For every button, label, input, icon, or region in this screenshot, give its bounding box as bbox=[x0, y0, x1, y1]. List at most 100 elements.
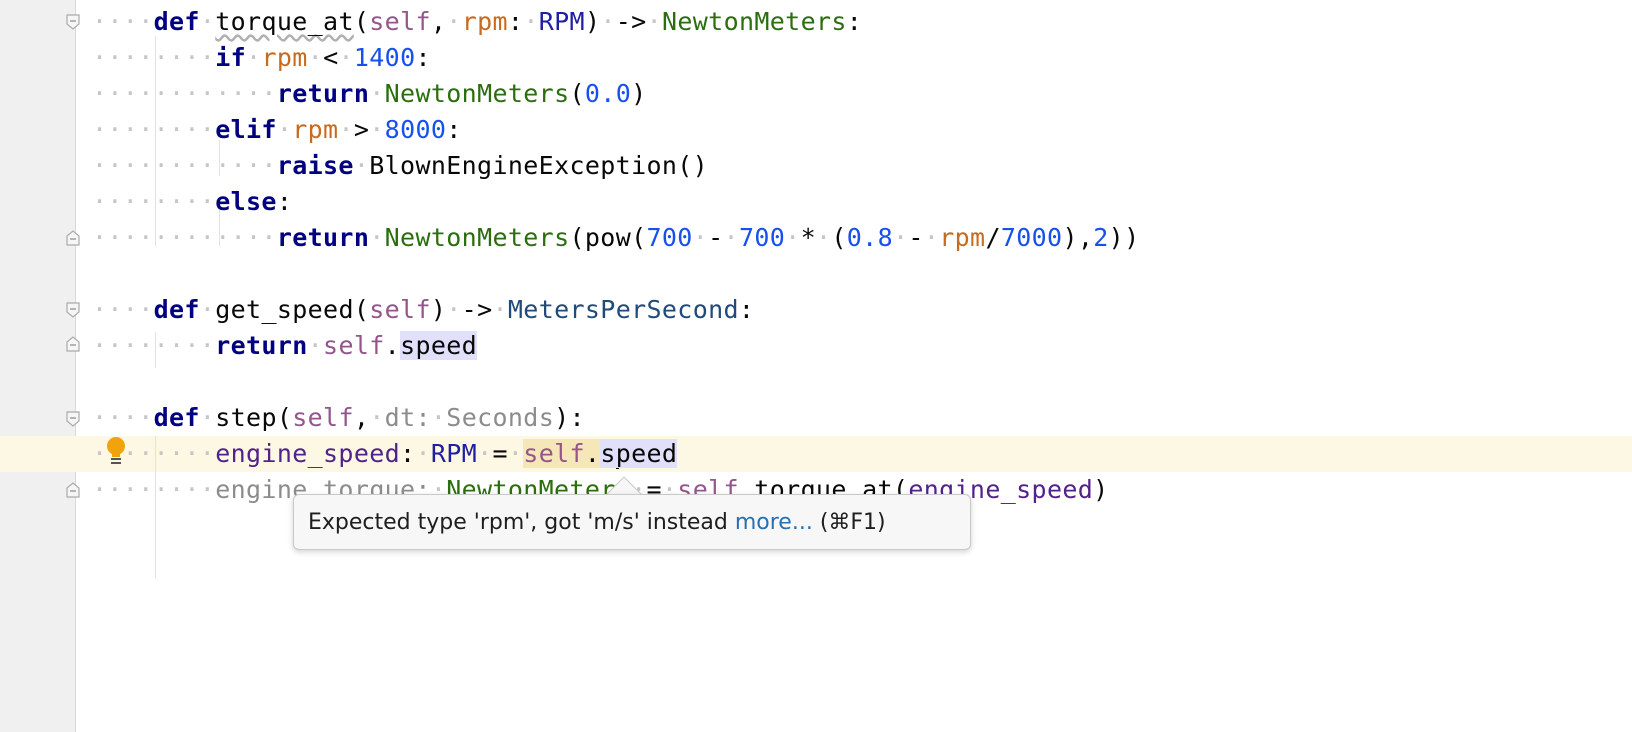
code-token: raise bbox=[276, 151, 354, 180]
code-line[interactable]: ····def·get_speed(self)·->·MetersPerSeco… bbox=[92, 292, 754, 328]
code-token: , bbox=[430, 7, 447, 36]
code-token: NewtonMeters bbox=[384, 79, 570, 108]
code-token: self bbox=[369, 295, 431, 324]
lightbulb-icon[interactable] bbox=[106, 436, 126, 466]
code-token: self bbox=[523, 439, 585, 468]
code-line[interactable]: ········elif·rpm·>·8000: bbox=[92, 112, 462, 148]
code-token: self bbox=[323, 331, 385, 360]
code-token: : bbox=[846, 7, 863, 36]
tooltip-shortcut: (⌘F1) bbox=[812, 510, 886, 535]
code-token: · bbox=[199, 403, 216, 432]
code-token: · bbox=[446, 7, 462, 36]
code-token: ( bbox=[569, 79, 585, 108]
code-token: else bbox=[215, 187, 277, 216]
code-line[interactable]: ····def·step(self,·dt:·Seconds): bbox=[92, 400, 585, 436]
code-token: · bbox=[477, 439, 493, 468]
code-token: · bbox=[692, 223, 709, 252]
code-token: , bbox=[353, 403, 370, 432]
code-line[interactable]: ············return·NewtonMeters(0.0) bbox=[92, 76, 647, 112]
code-token: 0.8 bbox=[846, 223, 893, 252]
fold-marker-icon[interactable] bbox=[66, 482, 80, 498]
code-token: : bbox=[507, 7, 524, 36]
code-token: torque_at bbox=[215, 7, 354, 36]
code-token: 2 bbox=[1093, 223, 1109, 252]
code-token: 7000 bbox=[1000, 223, 1063, 252]
code-token: 1400 bbox=[353, 43, 416, 72]
code-token: · bbox=[785, 223, 801, 252]
code-token: get_speed( bbox=[215, 295, 370, 324]
code-token: ············ bbox=[92, 151, 277, 180]
code-token: MetersPerSecond bbox=[507, 295, 739, 324]
code-token: ) bbox=[1093, 475, 1109, 504]
code-line[interactable]: ········if·rpm·<·1400: bbox=[92, 40, 431, 76]
code-token: · bbox=[415, 439, 431, 468]
code-line[interactable]: ····def·torque_at(self,·rpm:·RPM)·->·New… bbox=[92, 4, 862, 40]
code-token: self bbox=[369, 7, 431, 36]
code-token: ) bbox=[430, 295, 447, 324]
tooltip-message: Expected type 'rpm', got 'm/s' instead bbox=[308, 510, 735, 535]
code-token: -> bbox=[615, 7, 647, 36]
code-token: def bbox=[153, 7, 200, 36]
code-token: > bbox=[353, 115, 370, 144]
code-line[interactable]: ········else: bbox=[92, 184, 292, 220]
code-line[interactable]: ············raise·BlownEngineException() bbox=[92, 148, 708, 184]
code-token: Seconds bbox=[446, 403, 555, 432]
fold-marker-icon[interactable] bbox=[66, 302, 80, 318]
code-token: · bbox=[307, 331, 324, 360]
code-token: 8000 bbox=[384, 115, 447, 144]
code-line[interactable]: ············return·NewtonMeters(pow(700·… bbox=[92, 220, 1139, 256]
code-token: · bbox=[507, 439, 524, 468]
code-token: · bbox=[446, 295, 462, 324]
code-token: ···· bbox=[92, 403, 154, 432]
tooltip-more-link[interactable]: more... bbox=[735, 510, 813, 535]
fold-marker-icon[interactable] bbox=[66, 230, 80, 246]
code-token: 0.0 bbox=[584, 79, 632, 108]
code-token: rpm bbox=[461, 7, 508, 36]
code-token: = bbox=[492, 439, 508, 468]
code-token: · bbox=[338, 115, 354, 144]
code-token: def bbox=[153, 403, 200, 432]
code-token: · bbox=[199, 295, 216, 324]
code-token: -> bbox=[461, 295, 493, 324]
fold-marker-icon[interactable] bbox=[66, 411, 80, 427]
fold-marker-icon[interactable] bbox=[66, 336, 80, 352]
code-token: : bbox=[400, 439, 416, 468]
code-token: ············ bbox=[92, 79, 277, 108]
code-token: · bbox=[723, 223, 739, 252]
code-token: - bbox=[908, 223, 924, 252]
code-token: · bbox=[246, 43, 262, 72]
code-token: ) bbox=[631, 79, 647, 108]
code-token: · bbox=[923, 223, 940, 252]
code-token: engine_speed bbox=[215, 439, 401, 468]
code-token: · bbox=[646, 7, 662, 36]
code-token: self bbox=[292, 403, 354, 432]
code-token: ········ bbox=[92, 475, 216, 504]
code-line[interactable]: ········return·self.speed bbox=[92, 328, 478, 364]
code-line[interactable]: ········engine_speed:·RPM·=·self.speed bbox=[92, 436, 678, 472]
code-token: RPM bbox=[430, 439, 478, 468]
code-token: · bbox=[369, 115, 385, 144]
code-token: · bbox=[369, 79, 385, 108]
code-token: rpm bbox=[939, 223, 986, 252]
code-token: s bbox=[600, 439, 616, 468]
fold-marker-icon[interactable] bbox=[66, 14, 80, 30]
code-token: · bbox=[492, 295, 508, 324]
code-token: · bbox=[523, 7, 539, 36]
code-token: ), bbox=[1062, 223, 1094, 252]
code-token: )) bbox=[1108, 223, 1140, 252]
code-token: ········ bbox=[92, 115, 216, 144]
code-editor[interactable]: ····def·torque_at(self,·rpm:·RPM)·->·New… bbox=[0, 0, 1632, 732]
code-token: ): bbox=[554, 403, 585, 432]
code-token: : bbox=[738, 295, 755, 324]
code-token: rpm bbox=[261, 43, 308, 72]
type-error-tooltip: Expected type 'rpm', got 'm/s' instead m… bbox=[293, 494, 971, 550]
code-token: < bbox=[323, 43, 339, 72]
code-token: ( bbox=[831, 223, 847, 252]
code-token: ···· bbox=[92, 295, 154, 324]
code-token: / bbox=[985, 223, 1001, 252]
code-token: ············ bbox=[92, 223, 277, 252]
code-token: return bbox=[276, 79, 370, 108]
code-token: 700 bbox=[738, 223, 786, 252]
code-token: : bbox=[446, 115, 462, 144]
code-token: · bbox=[893, 223, 909, 252]
